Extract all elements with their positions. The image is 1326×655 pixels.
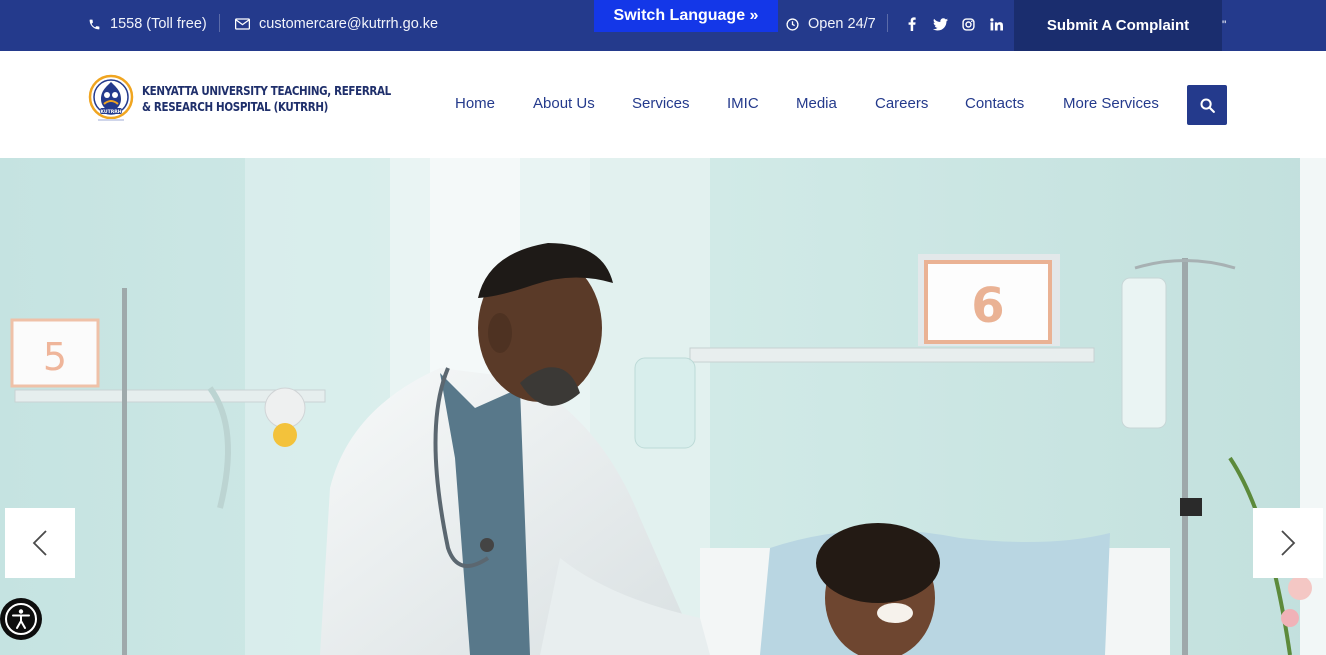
logo-line-2: & RESEARCH HOSPITAL (KUTRRH) (142, 100, 329, 114)
instagram-icon[interactable] (954, 15, 982, 33)
search-button[interactable] (1187, 85, 1227, 125)
bed-number-5: 5 (43, 335, 67, 379)
site-header: KUTRRH KENYATTA UNIVERSITY TEACHING, REF… (0, 51, 1326, 158)
logo-text: KENYATTA UNIVERSITY TEACHING, REFERRAL &… (142, 83, 391, 115)
nav-about-us[interactable]: About Us (533, 95, 595, 112)
hero-slider: 5 6 (0, 158, 1326, 655)
social-links (898, 15, 1010, 33)
facebook-icon[interactable] (898, 15, 926, 33)
slider-next-button[interactable] (1253, 508, 1323, 578)
phone-icon (89, 19, 100, 29)
email-contact[interactable]: customercare@kutrrh.go.ke (235, 0, 438, 48)
hero-image: 5 6 (0, 158, 1326, 655)
accessibility-icon (5, 603, 37, 635)
switch-language-button[interactable]: Switch Language » (594, 0, 778, 32)
nav-careers[interactable]: Careers (875, 95, 928, 112)
hours-text: Open 24/7 (808, 16, 876, 32)
nav-imic[interactable]: IMIC (727, 95, 759, 112)
hospital-emblem-icon: KUTRRH (88, 74, 134, 121)
envelope-icon (235, 18, 250, 30)
phone-number: 1558 (Toll free) (110, 16, 207, 32)
submit-complaint-button[interactable]: Submit A Complaint (1014, 0, 1222, 51)
opening-hours: Open 24/7 (786, 0, 876, 48)
nav-more-services[interactable]: More Services (1063, 95, 1159, 112)
topbar-marker: " (1222, 18, 1227, 32)
accessibility-button[interactable] (0, 598, 42, 640)
chevron-right-icon (1281, 530, 1296, 556)
phone-contact[interactable]: 1558 (Toll free) (88, 0, 207, 48)
slider-prev-button[interactable] (5, 508, 75, 578)
clock-icon (786, 17, 799, 31)
site-logo[interactable]: KUTRRH KENYATTA UNIVERSITY TEACHING, REF… (86, 73, 431, 125)
logo-line-1: KENYATTA UNIVERSITY TEACHING, REFERRAL (142, 84, 391, 98)
emblem-badge-text: KUTRRH (100, 109, 121, 115)
chevron-left-icon (32, 530, 47, 556)
twitter-icon[interactable] (926, 15, 954, 33)
nav-home[interactable]: Home (455, 95, 495, 112)
top-bar: 1558 (Toll free) customercare@kutrrh.go.… (0, 0, 1326, 51)
nav-contacts[interactable]: Contacts (965, 95, 1024, 112)
nav-services[interactable]: Services (632, 95, 690, 112)
email-address: customercare@kutrrh.go.ke (259, 16, 439, 32)
nav-media[interactable]: Media (796, 95, 837, 112)
bed-number-6: 6 (971, 278, 1004, 334)
linkedin-icon[interactable] (982, 15, 1010, 33)
search-icon (1199, 97, 1215, 113)
